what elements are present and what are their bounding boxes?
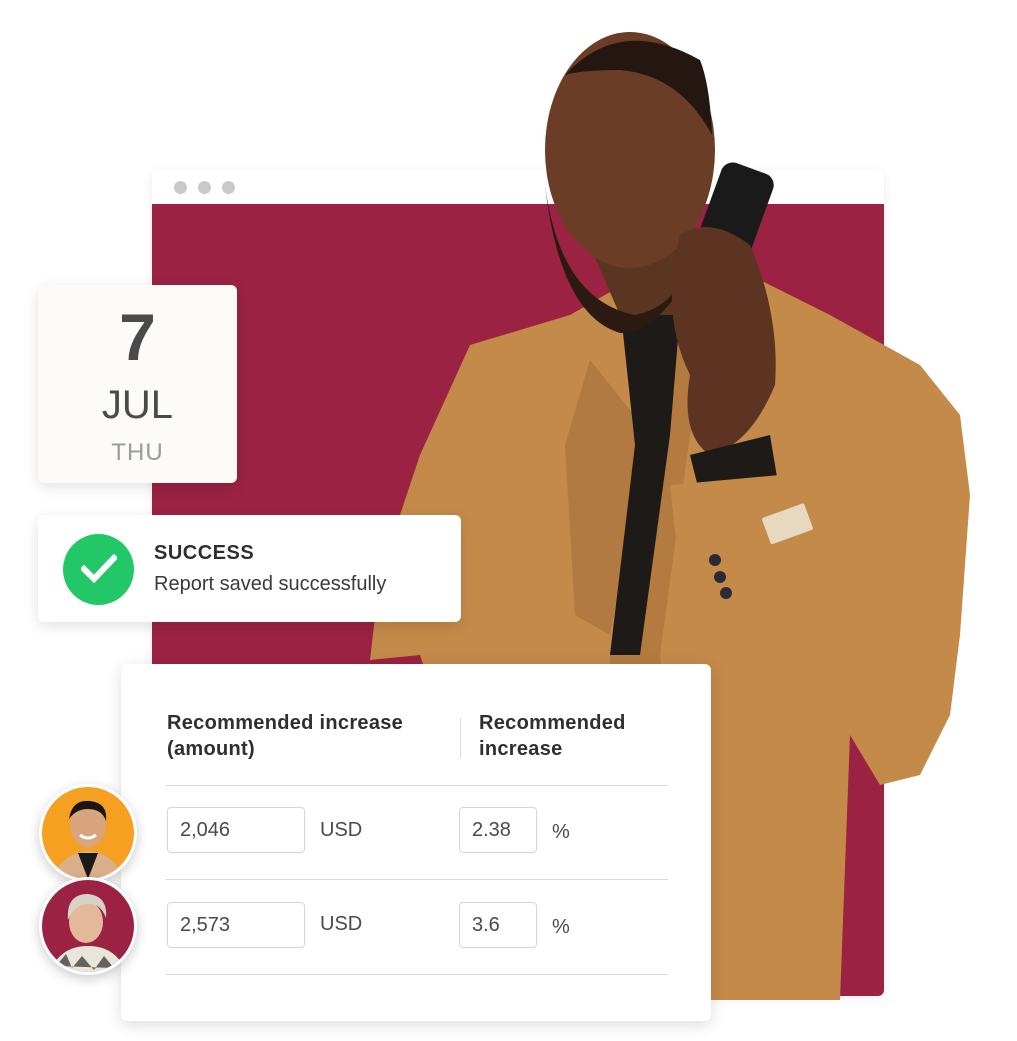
percent-input[interactable] xyxy=(459,902,537,948)
amount-input[interactable] xyxy=(167,807,305,853)
row-divider xyxy=(166,879,668,880)
check-circle-icon xyxy=(63,534,134,605)
amount-input[interactable] xyxy=(167,902,305,948)
window-dot-icon[interactable] xyxy=(222,181,235,194)
avatar-man[interactable] xyxy=(39,784,137,882)
percent-input[interactable] xyxy=(459,807,537,853)
column-divider xyxy=(460,718,461,758)
toast-title: SUCCESS xyxy=(154,542,255,564)
column-header-percent: Recommended increase xyxy=(479,712,626,760)
row-divider xyxy=(166,974,668,975)
date-card: 7 JUL THU xyxy=(38,285,237,483)
currency-label: USD xyxy=(320,913,363,935)
toast-message: Report saved successfully xyxy=(154,573,387,595)
window-dot-icon[interactable] xyxy=(198,181,211,194)
percent-label: % xyxy=(552,821,570,843)
header-divider xyxy=(166,785,668,786)
recommendation-table: Recommended increase (amount) Recommende… xyxy=(121,664,711,1021)
currency-label: USD xyxy=(320,819,363,841)
percent-label: % xyxy=(552,916,570,938)
avatar-woman[interactable] xyxy=(39,877,137,975)
date-month: JUL xyxy=(101,383,174,427)
window-dot-icon[interactable] xyxy=(174,181,187,194)
success-toast: SUCCESS Report saved successfully xyxy=(38,515,461,622)
column-header-amount: Recommended increase (amount) xyxy=(167,712,404,760)
date-day: 7 xyxy=(119,300,156,374)
date-weekday: THU xyxy=(111,439,164,466)
